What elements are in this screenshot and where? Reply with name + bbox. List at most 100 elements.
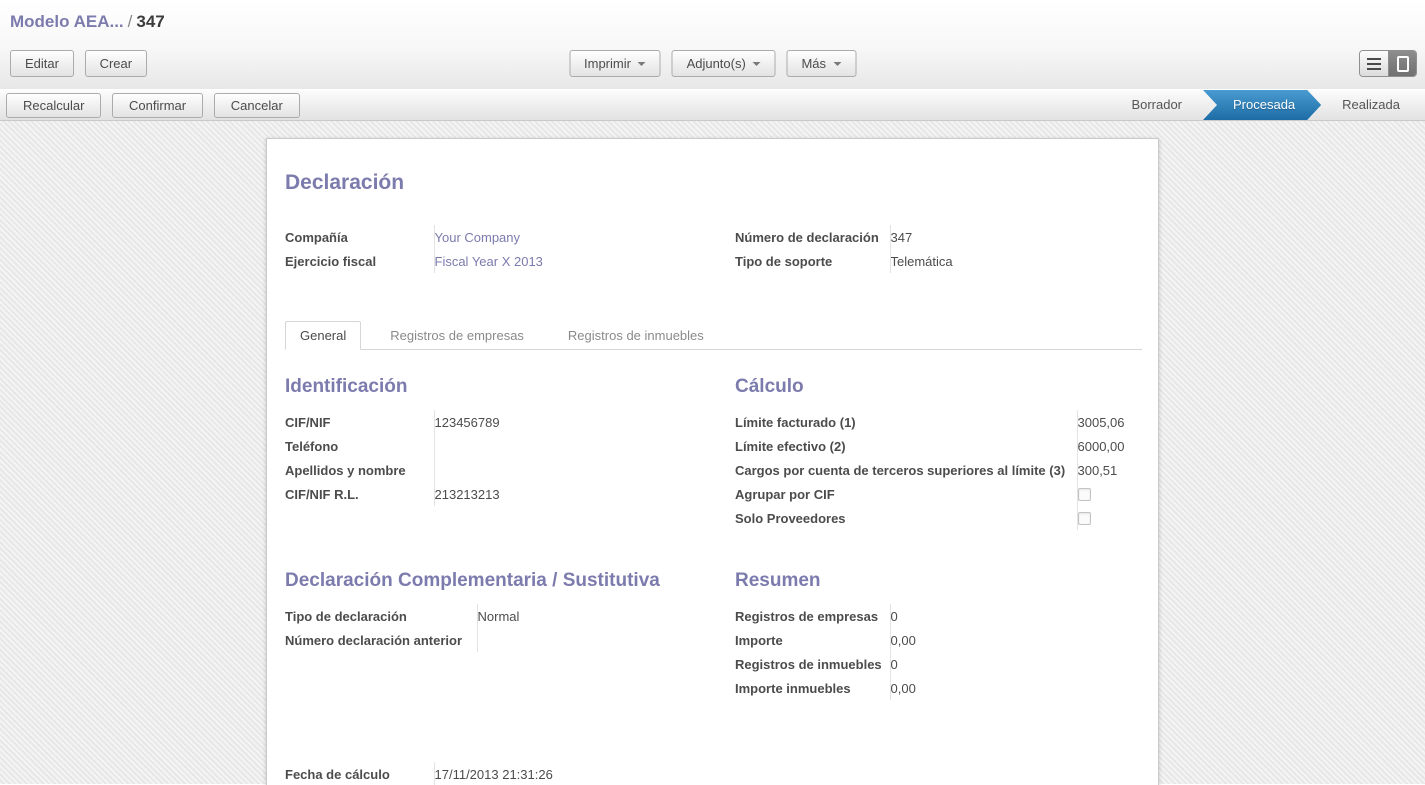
tipo-declaracion-value: Normal xyxy=(477,604,735,628)
field-row: Ejercicio fiscal Fiscal Year X 2013 xyxy=(285,249,735,273)
calc-date-group: Fecha de cálculo 17/11/2013 21:31:26 xyxy=(285,762,735,785)
breadcrumb-current: 347 xyxy=(136,12,164,31)
numero-anterior-value xyxy=(477,628,735,652)
field-row: Cargos por cuenta de terceros superiores… xyxy=(735,458,1142,482)
summary-section: Resumen Registros de empresas 0 Importe … xyxy=(735,570,1142,700)
apellidos-value xyxy=(434,458,735,482)
calculation-title: Cálculo xyxy=(735,376,1142,398)
field-label: Tipo de declaración xyxy=(285,604,477,628)
agrupar-por-cif-checkbox xyxy=(1078,488,1091,501)
field-label: Registros de inmuebles xyxy=(735,652,890,676)
field-row: Importe 0,00 xyxy=(735,628,1142,652)
field-row: Compañía Your Company xyxy=(285,225,735,249)
field-label: Fecha de cálculo xyxy=(285,762,434,785)
form-view-area: Declaración Compañía Your Company Ejerci… xyxy=(0,121,1425,784)
field-label: Cargos por cuenta de terceros superiores… xyxy=(735,458,1077,482)
attachment-label: Adjunto(s) xyxy=(687,56,746,71)
edit-button[interactable]: Editar xyxy=(10,50,74,77)
field-row: Importe inmuebles 0,00 xyxy=(735,676,1142,700)
breadcrumb: Modelo AEA.../347 xyxy=(0,0,1425,32)
identification-section: Identificación CIF/NIF 123456789 Teléfon… xyxy=(285,376,735,530)
registros-empresas-value: 0 xyxy=(890,604,1142,628)
tab-registros-inmuebles[interactable]: Registros de inmuebles xyxy=(553,321,719,350)
more-label: Más xyxy=(801,56,826,71)
field-label: Importe inmuebles xyxy=(735,676,890,700)
company-link[interactable]: Your Company xyxy=(434,225,735,249)
confirm-button[interactable]: Confirmar xyxy=(112,93,203,118)
notebook-tabs: General Registros de empresas Registros … xyxy=(285,321,1142,350)
chevron-down-icon xyxy=(638,62,646,66)
registros-inmuebles-value: 0 xyxy=(890,652,1142,676)
breadcrumb-parent-link[interactable]: Modelo AEA... xyxy=(10,12,124,31)
solo-proveedores-checkbox xyxy=(1078,512,1091,525)
toolbar: Editar Crear Imprimir Adjunto(s) Más xyxy=(0,50,1425,80)
field-label: Límite facturado (1) xyxy=(735,410,1077,434)
identification-title: Identificación xyxy=(285,376,735,398)
field-row: Límite efectivo (2) 6000,00 xyxy=(735,434,1142,458)
field-label: Registros de empresas xyxy=(735,604,890,628)
field-row: Teléfono xyxy=(285,434,735,458)
header-field-grid: Compañía Your Company Ejercicio fiscal F… xyxy=(285,225,1142,273)
support-type-value: Telemática xyxy=(890,249,1142,273)
step-realizada: Realizada xyxy=(1323,90,1419,120)
print-label: Imprimir xyxy=(584,56,631,71)
field-row: Tipo de soporte Telemática xyxy=(735,249,1142,273)
tab-general[interactable]: General xyxy=(285,321,361,350)
create-button[interactable]: Crear xyxy=(85,50,148,77)
summary-title: Resumen xyxy=(735,570,1142,592)
top-header: Modelo AEA.../347 Editar Crear Imprimir … xyxy=(0,0,1425,89)
field-row: CIF/NIF 123456789 xyxy=(285,410,735,434)
declaration-number-value: 347 xyxy=(890,225,1142,249)
calculation-section: Cálculo Límite facturado (1) 3005,06 Lím… xyxy=(735,376,1142,530)
complementary-title: Declaración Complementaria / Sustitutiva xyxy=(285,570,735,592)
form-view-button[interactable] xyxy=(1388,51,1416,76)
importe-value: 0,00 xyxy=(890,628,1142,652)
field-row: Tipo de declaración Normal xyxy=(285,604,735,628)
header-left-group: Compañía Your Company Ejercicio fiscal F… xyxy=(285,225,735,273)
cif-nif-value: 123456789 xyxy=(434,410,735,434)
limite-facturado-value: 3005,06 xyxy=(1077,410,1142,434)
field-row: Registros de empresas 0 xyxy=(735,604,1142,628)
cif-nif-rl-value: 213213213 xyxy=(434,482,735,506)
limite-efectivo-value: 6000,00 xyxy=(1077,434,1142,458)
fecha-calculo-value: 17/11/2013 21:31:26 xyxy=(434,762,735,785)
list-view-button[interactable] xyxy=(1360,51,1388,76)
field-label: Número declaración anterior xyxy=(285,628,477,652)
field-row: Límite facturado (1) 3005,06 xyxy=(735,410,1142,434)
cancel-button[interactable]: Cancelar xyxy=(214,93,300,118)
tab-registros-empresas[interactable]: Registros de empresas xyxy=(375,321,539,350)
breadcrumb-separator: / xyxy=(124,12,137,31)
step-borrador: Borrador xyxy=(1112,90,1201,120)
field-label: Teléfono xyxy=(285,434,434,458)
field-row: Apellidos y nombre xyxy=(285,458,735,482)
field-row: Fecha de cálculo 17/11/2013 21:31:26 xyxy=(285,762,735,785)
field-label: Tipo de soporte xyxy=(735,249,890,273)
attachment-dropdown-button[interactable]: Adjunto(s) xyxy=(672,50,776,77)
field-label: CIF/NIF R.L. xyxy=(285,482,434,506)
status-steps: Borrador Procesada Realizada xyxy=(1112,90,1425,120)
recalculate-button[interactable]: Recalcular xyxy=(6,93,101,118)
view-switcher xyxy=(1359,50,1417,77)
field-label: Ejercicio fiscal xyxy=(285,249,434,273)
general-tab-content: Identificación CIF/NIF 123456789 Teléfon… xyxy=(285,376,1142,740)
form-statusbar: Recalcular Confirmar Cancelar Borrador P… xyxy=(0,89,1425,121)
field-row: Número declaración anterior xyxy=(285,628,735,652)
chevron-down-icon xyxy=(753,62,761,66)
telefono-value xyxy=(434,434,735,458)
print-dropdown-button[interactable]: Imprimir xyxy=(569,50,661,77)
importe-inmuebles-value: 0,00 xyxy=(890,676,1142,700)
header-right-group: Número de declaración 347 Tipo de soport… xyxy=(735,225,1142,273)
field-row: Registros de inmuebles 0 xyxy=(735,652,1142,676)
sheet-title: Declaración xyxy=(285,171,1142,195)
field-row: CIF/NIF R.L. 213213213 xyxy=(285,482,735,506)
field-row: Agrupar por CIF xyxy=(735,482,1142,506)
field-label: Número de declaración xyxy=(735,225,890,249)
fiscal-year-link[interactable]: Fiscal Year X 2013 xyxy=(434,249,735,273)
field-label: Importe xyxy=(735,628,890,652)
field-label: Límite efectivo (2) xyxy=(735,434,1077,458)
field-label: Apellidos y nombre xyxy=(285,458,434,482)
complementary-section: Declaración Complementaria / Sustitutiva… xyxy=(285,570,735,700)
more-dropdown-button[interactable]: Más xyxy=(786,50,856,77)
field-label: Compañía xyxy=(285,225,434,249)
field-row: Solo Proveedores xyxy=(735,506,1142,530)
